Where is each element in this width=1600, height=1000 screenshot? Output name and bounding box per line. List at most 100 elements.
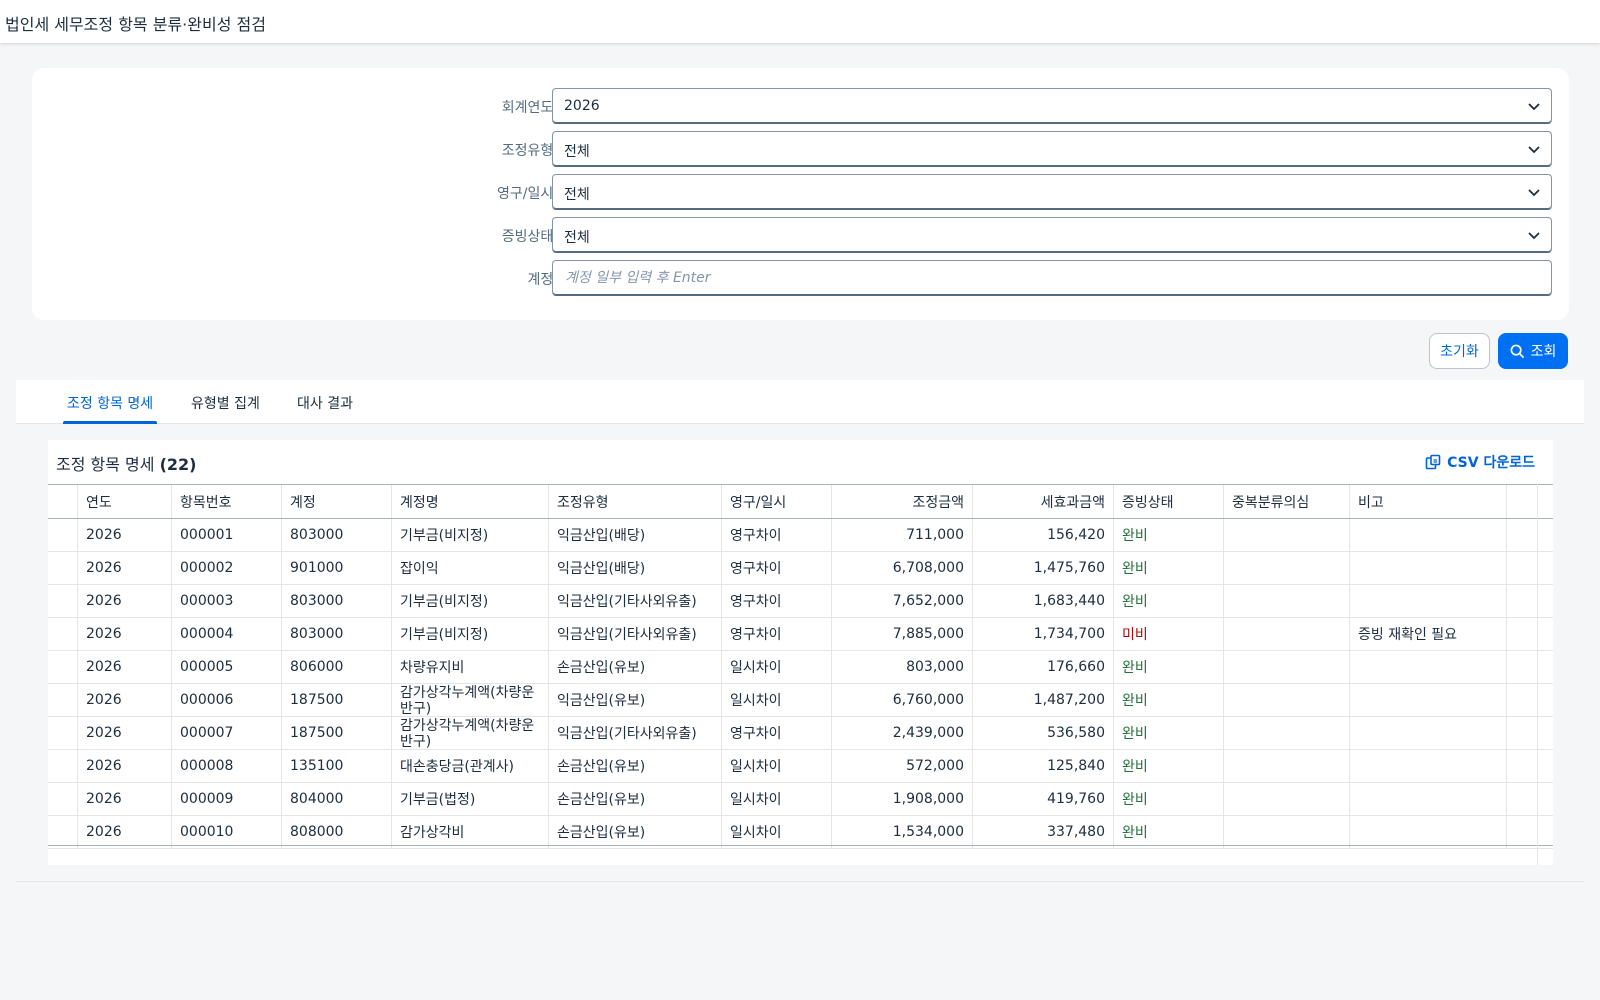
column-header-adj-amount[interactable]: 조정금액 bbox=[832, 485, 973, 518]
row-selector[interactable] bbox=[48, 585, 78, 617]
table-row[interactable]: 2026 000005 806000 차량유지비 손금산입(유보) 일시차이 803,000… bbox=[48, 651, 1553, 684]
table-row[interactable]: 2026 000001 803000 기부금(비지정) 익금산입(배당) 영구차이 711,… bbox=[48, 519, 1553, 552]
cell-remark bbox=[1350, 783, 1507, 815]
perm-temp-select[interactable]: 전체 bbox=[552, 174, 1552, 210]
column-header-dup-suspect[interactable]: 중복분류의심 bbox=[1224, 485, 1350, 518]
column-header-item-no[interactable]: 항목번호 bbox=[172, 485, 282, 518]
evidence-select-value: 전체 bbox=[564, 230, 590, 246]
cell-account: 808000 bbox=[282, 816, 392, 848]
cell-item-no: 000001 bbox=[172, 519, 282, 551]
evidence-select[interactable]: 전체 bbox=[552, 217, 1552, 253]
grid-footer-line bbox=[48, 845, 1553, 846]
cell-account: 187500 bbox=[282, 717, 392, 749]
cell-adj-amount: 6,760,000 bbox=[832, 684, 973, 716]
cell-dup-suspect bbox=[1224, 552, 1350, 584]
column-header-account[interactable]: 계정 bbox=[282, 485, 392, 518]
column-header-remark[interactable]: 비고 bbox=[1350, 485, 1507, 518]
filter-perm-temp: 영구/일시: 전체 bbox=[32, 174, 1569, 210]
cell-dup-suspect bbox=[1224, 717, 1350, 749]
row-selector[interactable] bbox=[48, 552, 78, 584]
reset-button[interactable]: 초기화 bbox=[1429, 333, 1490, 369]
cell-item-no: 000007 bbox=[172, 717, 282, 749]
perm-temp-select-value: 전체 bbox=[564, 187, 590, 203]
tab-reconciliation[interactable]: 대사 결과 bbox=[297, 380, 353, 424]
filter-evidence: 증빙상태: 전체 bbox=[32, 217, 1569, 253]
search-button[interactable]: 조회 bbox=[1498, 333, 1568, 369]
cell-dup-suspect bbox=[1224, 684, 1350, 716]
cell-account-name: 기부금(비지정) bbox=[392, 519, 549, 551]
cell-account: 901000 bbox=[282, 552, 392, 584]
account-input[interactable] bbox=[553, 261, 1551, 295]
table-row[interactable]: 2026 000009 804000 기부금(법정) 손금산입(유보) 일시차이 1,908… bbox=[48, 783, 1553, 816]
cell-item-no: 000002 bbox=[172, 552, 282, 584]
filter-perm-temp-label: 영구/일시: bbox=[497, 186, 558, 202]
column-header-tax-effect[interactable]: 세효과금액 bbox=[973, 485, 1114, 518]
row-selector[interactable] bbox=[48, 816, 78, 848]
table-title-text: 조정 항목 명세 bbox=[56, 455, 155, 474]
cell-perm-temp: 일시차이 bbox=[722, 783, 832, 815]
cell-adj-amount: 6,708,000 bbox=[832, 552, 973, 584]
cell-perm-temp: 영구차이 bbox=[722, 717, 832, 749]
table-row[interactable]: 2026 000004 803000 기부금(비지정) 익금산입(기타사외유출) 영구차이… bbox=[48, 618, 1553, 651]
cell-remark: 증빙 재확인 필요 bbox=[1350, 618, 1507, 650]
cell-tax-effect: 176,660 bbox=[973, 651, 1114, 683]
chevron-down-icon bbox=[1528, 146, 1540, 154]
row-selector[interactable] bbox=[48, 750, 78, 782]
table-row[interactable]: 2026 000007 187500 감가상각누계액(차량운반구) 익금산입(기타사외유… bbox=[48, 717, 1553, 750]
row-selector[interactable] bbox=[48, 618, 78, 650]
cell-dup-suspect bbox=[1224, 618, 1350, 650]
column-header-year[interactable]: 연도 bbox=[78, 485, 172, 518]
table-row[interactable]: 2026 000006 187500 감가상각누계액(차량운반구) 익금산입(유보) 일시… bbox=[48, 684, 1553, 717]
row-selector[interactable] bbox=[48, 684, 78, 716]
cell-adj-amount: 7,652,000 bbox=[832, 585, 973, 617]
search-button-label: 조회 bbox=[1530, 344, 1557, 360]
tab-type-summary[interactable]: 유형별 집계 bbox=[191, 380, 260, 424]
cell-adj-amount: 1,534,000 bbox=[832, 816, 973, 848]
cell-adj-amount: 1,908,000 bbox=[832, 783, 973, 815]
year-select[interactable]: 2026 bbox=[552, 88, 1552, 124]
cell-adj-type: 익금산입(유보) bbox=[549, 684, 722, 716]
adj-type-select[interactable]: 전체 bbox=[552, 131, 1552, 167]
cell-year: 2026 bbox=[78, 552, 172, 584]
cell-evidence: 완비 bbox=[1114, 717, 1224, 749]
row-selector[interactable] bbox=[48, 783, 78, 815]
row-selector[interactable] bbox=[48, 717, 78, 749]
cell-adj-amount: 572,000 bbox=[832, 750, 973, 782]
cell-evidence: 완비 bbox=[1114, 750, 1224, 782]
column-header-perm-temp[interactable]: 영구/일시 bbox=[722, 485, 832, 518]
column-header-evidence[interactable]: 증빙상태 bbox=[1114, 485, 1224, 518]
account-field[interactable] bbox=[552, 260, 1552, 296]
cell-evidence: 완비 bbox=[1114, 783, 1224, 815]
cell-perm-temp: 일시차이 bbox=[722, 651, 832, 683]
cell-item-no: 000003 bbox=[172, 585, 282, 617]
cell-account: 135100 bbox=[282, 750, 392, 782]
table-row[interactable]: 2026 000003 803000 기부금(비지정) 익금산입(기타사외유출) 영구차이… bbox=[48, 585, 1553, 618]
tab-adjustment-detail[interactable]: 조정 항목 명세 bbox=[62, 380, 158, 424]
cell-item-no: 000009 bbox=[172, 783, 282, 815]
filter-adj-type-label: 조정유형: bbox=[501, 143, 558, 159]
row-selector[interactable] bbox=[48, 519, 78, 551]
cell-year: 2026 bbox=[78, 783, 172, 815]
table-row[interactable]: 2026 000002 901000 잡이익 익금산입(배당) 영구차이 6,708,000… bbox=[48, 552, 1553, 585]
cell-dup-suspect bbox=[1224, 585, 1350, 617]
cell-year: 2026 bbox=[78, 717, 172, 749]
cell-adj-type: 익금산입(기타사외유출) bbox=[549, 717, 722, 749]
column-header-adj-type[interactable]: 조정유형 bbox=[549, 485, 722, 518]
cell-tax-effect: 419,760 bbox=[973, 783, 1114, 815]
cell-account: 803000 bbox=[282, 585, 392, 617]
table-row[interactable]: 2026 000008 135100 대손충당금(관계사) 손금산입(유보) 일시차이 57… bbox=[48, 750, 1553, 783]
cell-perm-temp: 영구차이 bbox=[722, 519, 832, 551]
cell-perm-temp: 영구차이 bbox=[722, 585, 832, 617]
cell-remark bbox=[1350, 552, 1507, 584]
cell-remark bbox=[1350, 684, 1507, 716]
vertical-scrollbar[interactable] bbox=[1537, 484, 1553, 865]
adj-type-select-value: 전체 bbox=[564, 144, 590, 160]
cell-evidence: 완비 bbox=[1114, 552, 1224, 584]
csv-download-label: CSV 다운로드 bbox=[1447, 455, 1535, 471]
cell-account-name: 기부금(법정) bbox=[392, 783, 549, 815]
row-selector[interactable] bbox=[48, 651, 78, 683]
cell-remark bbox=[1350, 585, 1507, 617]
column-header-account-name[interactable]: 계정명 bbox=[392, 485, 549, 518]
csv-download-button[interactable]: CSV 다운로드 bbox=[1425, 452, 1535, 472]
cell-evidence: 완비 bbox=[1114, 651, 1224, 683]
